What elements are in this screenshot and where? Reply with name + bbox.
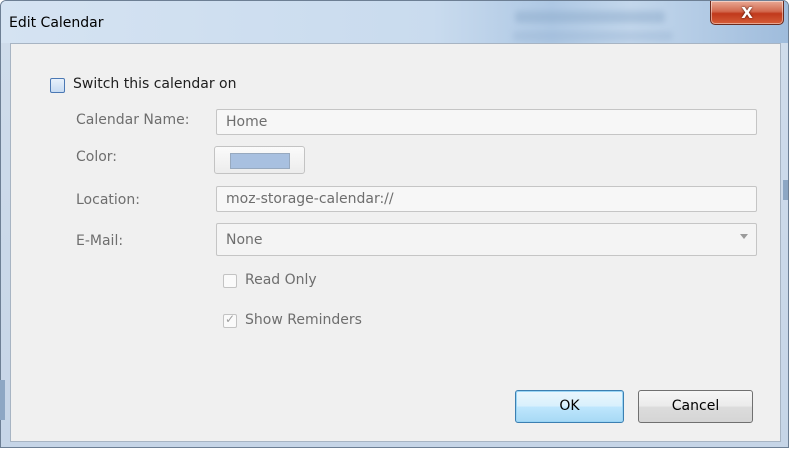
cancel-button[interactable]: Cancel — [638, 390, 753, 423]
location-input[interactable]: moz-storage-calendar:// — [216, 186, 757, 212]
calendar-name-label: Calendar Name: — [76, 112, 190, 128]
email-label: E-Mail: — [76, 233, 124, 249]
show-reminders-checkbox[interactable]: ✓ — [223, 312, 237, 328]
dialog-title: Edit Calendar — [9, 15, 104, 31]
calendar-name-input[interactable]: Home — [216, 109, 757, 135]
close-button[interactable]: X — [710, 1, 784, 25]
title-bar: Edit Calendar — [1, 1, 788, 43]
email-dropdown[interactable]: None — [216, 223, 757, 256]
window-edge — [0, 380, 5, 420]
read-only-checkbox[interactable] — [223, 274, 237, 288]
switch-calendar-checkbox[interactable] — [50, 78, 65, 93]
email-selected-value: None — [226, 232, 263, 248]
background-window-blur — [513, 31, 673, 41]
ok-button[interactable]: OK — [515, 390, 624, 423]
window-edge — [783, 180, 788, 200]
color-swatch — [230, 153, 290, 169]
close-icon: X — [741, 3, 753, 22]
dialog-content: Switch this calendar on Calendar Name: H… — [10, 43, 781, 442]
chevron-down-icon — [740, 234, 748, 239]
background-window-blur — [515, 11, 665, 23]
checkmark-icon: ✓ — [225, 312, 236, 326]
switch-calendar-label: Switch this calendar on — [73, 76, 237, 92]
edit-calendar-dialog: Edit Calendar X Switch this calendar on … — [0, 0, 789, 448]
location-label: Location: — [76, 192, 140, 208]
color-label: Color: — [76, 149, 118, 165]
read-only-label: Read Only — [245, 272, 317, 288]
color-picker-button[interactable] — [214, 146, 305, 174]
show-reminders-label: Show Reminders — [245, 312, 362, 328]
